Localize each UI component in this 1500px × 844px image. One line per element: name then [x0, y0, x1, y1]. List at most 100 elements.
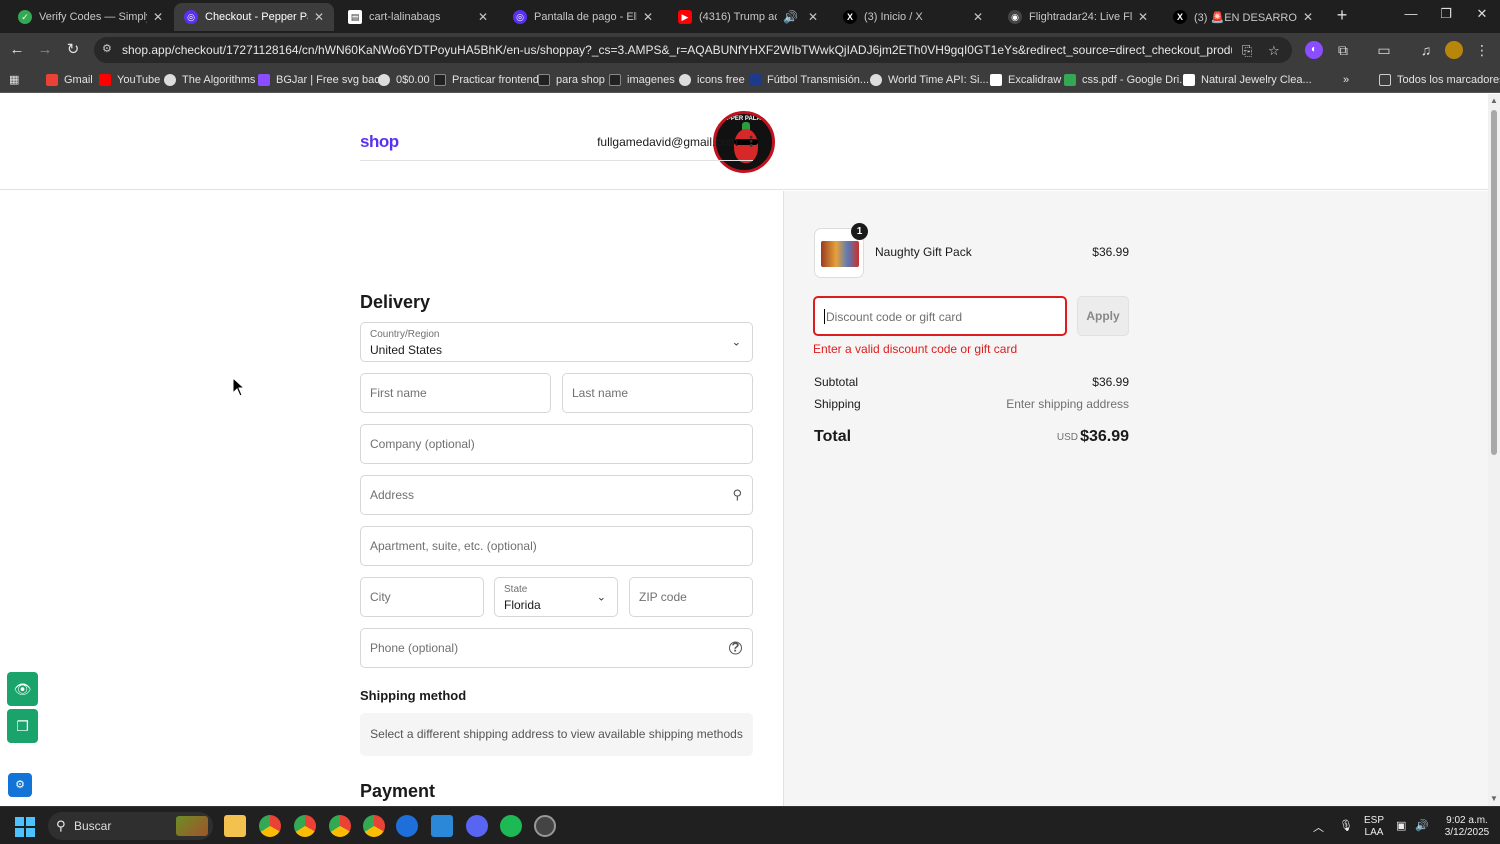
scroll-down-icon[interactable]: ▼ [1490, 794, 1498, 803]
city-input[interactable]: City [360, 577, 484, 617]
minimize-button[interactable]: — [1396, 6, 1426, 21]
bookmark-bgjar[interactable]: BGJar | Free svg bac... [258, 71, 389, 88]
bookmark-futbol[interactable]: Fútbol Transmisión... [749, 71, 869, 88]
bookmark-para-shop[interactable]: para shop [538, 71, 605, 88]
tab-youtube-trump[interactable]: ▶ (4316) Trump acaba de 🔊 ✕ [668, 3, 828, 31]
cast-icon[interactable]: ▭ [1375, 41, 1393, 59]
company-input[interactable]: Company (optional) [360, 424, 753, 464]
subtotal-value: $36.99 [1092, 375, 1129, 389]
app-icon[interactable] [534, 815, 556, 837]
discord-icon[interactable] [466, 815, 488, 837]
taskbar-search[interactable]: ⚲ Buscar [48, 812, 213, 840]
close-icon[interactable]: ✕ [1303, 10, 1313, 24]
close-icon[interactable]: ✕ [973, 10, 983, 24]
more-bookmarks-icon[interactable]: » [1343, 71, 1349, 88]
bookmark-css-pdf[interactable]: css.pdf - Google Dri... [1064, 71, 1188, 88]
phone-input[interactable]: Phone (optional) ? [360, 628, 753, 668]
page-scrollbar[interactable]: ▲ ▼ [1488, 94, 1500, 806]
more-options-icon[interactable]: ⋮ [744, 133, 758, 150]
site-info-icon[interactable]: ⚙ [102, 42, 116, 56]
language-indicator[interactable]: ESP LAA [1362, 815, 1386, 839]
help-icon[interactable]: ? [729, 641, 742, 655]
bookmark-world-time-api[interactable]: World Time API: Si... [870, 71, 989, 88]
zip-input[interactable]: ZIP code [629, 577, 753, 617]
bookmark-practicar-frontend[interactable]: Practicar frontend [434, 71, 539, 88]
state-select[interactable]: State Florida ⌄ [494, 577, 618, 617]
last-name-input[interactable]: Last name [562, 373, 753, 413]
bookmark-label: Gmail [64, 73, 93, 86]
tab-checkout-pepper-palace[interactable]: ◎ Checkout - Pepper Palace ✕ [174, 3, 334, 31]
spotify-icon[interactable] [500, 815, 522, 837]
close-icon[interactable]: ✕ [808, 10, 818, 24]
extensions-puzzle-icon[interactable]: ⧉ [1334, 41, 1352, 59]
close-icon[interactable]: ✕ [314, 10, 324, 24]
translate-icon[interactable]: ⎘ [1242, 43, 1252, 59]
bookmark-excalidraw[interactable]: Excalidraw [990, 71, 1061, 88]
tab-x-inicio[interactable]: X (3) Inicio / X ✕ [833, 3, 993, 31]
bookmark-the-algorithms[interactable]: The Algorithms [164, 71, 255, 88]
tab-pantalla-de-pago[interactable]: ◎ Pantalla de pago - Ella Chi ✕ [503, 3, 663, 31]
address-bar[interactable]: ⚙ shop.app/checkout/17271128164/cn/hWN60… [94, 37, 1292, 63]
speaker-icon[interactable]: 🔊 [783, 10, 798, 24]
profile-avatar[interactable] [1445, 41, 1463, 59]
bookmark-natural-jewelry[interactable]: Natural Jewelry Clea... [1183, 71, 1312, 88]
taskbar-search-label: Buscar [74, 819, 112, 833]
tab-flightradar24[interactable]: ◉ Flightradar24: Live Flight T ✕ [998, 3, 1158, 31]
apartment-input[interactable]: Apartment, suite, etc. (optional) [360, 526, 753, 566]
scroll-up-icon[interactable]: ▲ [1490, 96, 1498, 105]
address-input[interactable]: Address ⚲ [360, 475, 753, 515]
bookmark-0-dollars[interactable]: 0$0.00 [378, 71, 430, 88]
chrome-icon[interactable] [259, 815, 281, 837]
apps-grid-icon[interactable]: ▦ [9, 71, 19, 88]
apply-button[interactable]: Apply [1077, 296, 1129, 336]
back-button[interactable]: ← [6, 39, 28, 61]
tab-title: (4316) Trump acaba de [699, 11, 777, 23]
close-icon[interactable]: ✕ [153, 10, 163, 24]
forward-button[interactable]: → [34, 39, 56, 61]
all-bookmarks-folder[interactable]: Todos los marcadores [1379, 71, 1500, 88]
copy-widget-button[interactable]: ❐ [7, 709, 38, 743]
tab-title: Verify Codes — SimplyCod [39, 11, 147, 23]
discount-error-message: Enter a valid discount code or gift card [813, 342, 1018, 356]
bookmark-icons-free[interactable]: icons free [679, 71, 745, 88]
menu-icon[interactable]: ⋮ [1473, 41, 1491, 59]
tab-verify-codes[interactable]: ✓ Verify Codes — SimplyCod ✕ [8, 3, 173, 31]
microphone-icon[interactable]: 🎙 [1339, 819, 1353, 832]
x-logo-icon: X [1173, 10, 1187, 24]
settings-widget-button[interactable]: ⚙ [8, 773, 32, 797]
show-hidden-icons[interactable]: ︿ [1313, 819, 1324, 835]
new-tab-button[interactable]: + [1332, 5, 1352, 25]
reload-button[interactable]: ↻ [62, 39, 84, 61]
bookmark-gmail[interactable]: Gmail [46, 71, 93, 88]
bookmark-youtube[interactable]: YouTube [99, 71, 160, 88]
file-explorer-icon[interactable] [224, 815, 246, 837]
url-text[interactable]: shop.app/checkout/17271128164/cn/hWN60Ka… [122, 43, 1232, 57]
first-name-input[interactable]: First name [360, 373, 551, 413]
tab-cart-lalinabags[interactable]: ▤ cart-lalinabags ✕ [338, 3, 498, 31]
maximize-button[interactable]: ❐ [1431, 6, 1461, 22]
photos-icon[interactable] [431, 815, 453, 837]
close-icon[interactable]: ✕ [478, 10, 488, 24]
close-icon[interactable]: ✕ [643, 10, 653, 24]
arc-browser-icon[interactable] [396, 815, 418, 837]
system-clock[interactable]: 9:02 a.m. 3/12/2025 [1437, 815, 1497, 839]
bookmark-star-icon[interactable]: ☆ [1268, 43, 1280, 59]
close-icon[interactable]: ✕ [1138, 10, 1148, 24]
windows-start-icon[interactable] [15, 817, 35, 837]
network-icon[interactable]: ▣ [1396, 819, 1406, 832]
chrome-icon[interactable] [363, 815, 385, 837]
bookmark-imagenes[interactable]: imagenes [609, 71, 675, 88]
close-window-button[interactable]: ✕ [1467, 6, 1497, 22]
media-control-icon[interactable]: ♫ [1417, 41, 1435, 59]
chrome-icon[interactable] [294, 815, 316, 837]
scroll-thumb[interactable] [1491, 110, 1497, 455]
chrome-icon[interactable] [329, 815, 351, 837]
tab-x-en-desarrollo[interactable]: X (3) 🚨EN DESARROLLO🚨 ✕ [1163, 3, 1323, 31]
fp-icon [434, 73, 446, 86]
volume-icon[interactable]: 🔊 [1415, 819, 1429, 832]
country-select[interactable]: Country/Region United States ⌄ [360, 322, 753, 362]
city-placeholder: City [370, 590, 391, 604]
eye-widget-button[interactable]: 👁 [7, 672, 38, 706]
extension-icon[interactable]: ◐ [1305, 41, 1323, 59]
discount-code-input[interactable]: Discount code or gift card [813, 296, 1067, 336]
